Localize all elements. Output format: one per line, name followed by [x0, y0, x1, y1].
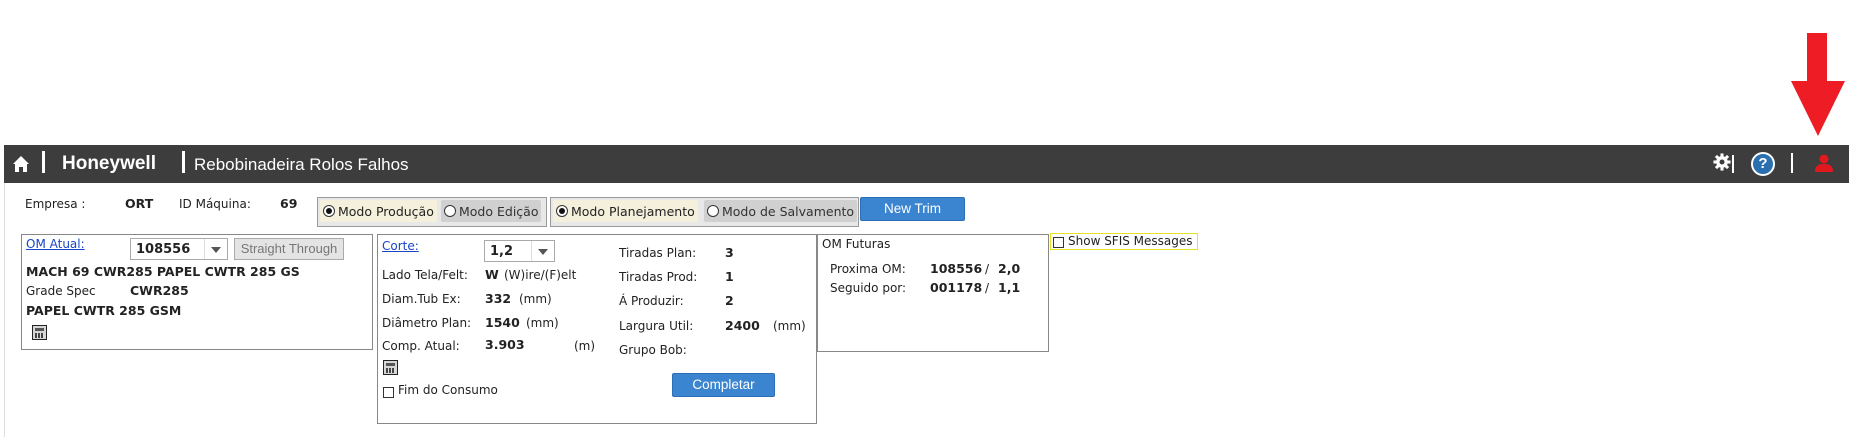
diam-tub-unit: (mm): [519, 292, 552, 306]
seguido-por-corte: 1,1: [998, 280, 1021, 295]
tiradas-prod-value: 1: [725, 269, 734, 284]
maquina-label: ID Máquina:: [179, 197, 251, 211]
comp-atual-unit: (m): [574, 339, 596, 353]
om-futuras-title: OM Futuras: [822, 237, 891, 251]
radio-label: Modo Planejamento: [571, 203, 695, 219]
radio-label: Modo Produção: [338, 203, 434, 219]
a-produzir-label: Á Produzir:: [619, 294, 684, 308]
divider: [1732, 155, 1734, 173]
comp-atual-value: 3.903: [485, 337, 525, 352]
gear-icon[interactable]: [1713, 153, 1731, 171]
planning-mode-radio-group: Modo Planejamento Modo de Salvamento: [550, 197, 859, 227]
app-title: Rebobinadeira Rolos Falhos: [194, 155, 409, 174]
corte-select[interactable]: 1,2: [484, 240, 555, 262]
radio-selected-icon: [556, 205, 568, 217]
om-atual-select-value: 108556: [136, 242, 191, 257]
production-mode-radio-group: Modo Produção Modo Edição: [317, 197, 547, 227]
seguido-por-separator: /: [985, 281, 990, 295]
chevron-down-icon: [204, 239, 227, 259]
seguido-por-value: 001178: [930, 280, 983, 295]
red-arrow-annotation: [1791, 33, 1845, 136]
comp-atual-label: Comp. Atual:: [382, 339, 460, 353]
a-produzir-value: 2: [725, 293, 734, 308]
divider: [1791, 153, 1793, 173]
om-atual-select[interactable]: 108556: [130, 238, 228, 260]
empresa-value: ORT: [125, 196, 154, 211]
help-icon[interactable]: ?: [1751, 152, 1775, 176]
main-content-panel: Empresa : ORT ID Máquina: 69 Modo Produç…: [4, 183, 1849, 437]
lado-tela-hint: (W)ire/(F)elt: [504, 268, 577, 282]
calculator-icon[interactable]: [32, 325, 47, 340]
corte-link[interactable]: Corte:: [382, 239, 419, 253]
diametro-plan-label: Diâmetro Plan:: [382, 316, 472, 330]
diam-tub-label: Diam.Tub Ex:: [382, 292, 461, 306]
calculator-icon[interactable]: [383, 360, 398, 375]
new-trim-button[interactable]: New Trim: [860, 197, 965, 221]
tiradas-prod-label: Tiradas Prod:: [619, 270, 698, 284]
om-atual-link[interactable]: OM Atual:: [26, 237, 85, 251]
fim-consumo-label: Fim do Consumo: [398, 383, 498, 397]
home-icon[interactable]: [12, 155, 30, 173]
proxima-om-label: Proxima OM:: [830, 262, 906, 276]
radio-selected-icon: [323, 205, 335, 217]
radio-modo-planejamento[interactable]: Modo Planejamento: [553, 200, 698, 222]
sfis-checkbox[interactable]: [1053, 237, 1064, 248]
empresa-label: Empresa :: [25, 197, 86, 211]
radio-label: Modo de Salvamento: [722, 203, 855, 219]
maquina-value: 69: [280, 196, 298, 211]
divider: [182, 151, 185, 173]
radio-label: Modo Edição: [459, 203, 539, 219]
radio-unselected-icon: [707, 205, 719, 217]
lado-tela-value: W: [485, 267, 499, 282]
completar-button[interactable]: Completar: [672, 373, 775, 397]
radio-modo-producao[interactable]: Modo Produção: [320, 200, 437, 222]
straight-through-button[interactable]: Straight Through: [234, 238, 344, 260]
proxima-om-value: 108556: [930, 261, 983, 276]
corte-select-value: 1,2: [490, 244, 514, 259]
om-futuras-panel: OM Futuras Proxima OM: 108556 / 2,0 Segu…: [817, 234, 1049, 352]
proxima-om-corte: 2,0: [998, 261, 1021, 276]
fim-consumo-checkbox[interactable]: [383, 387, 394, 398]
divider: [42, 151, 45, 173]
radio-modo-salvamento[interactable]: Modo de Salvamento: [704, 200, 858, 222]
tiradas-plan-label: Tiradas Plan:: [619, 246, 697, 260]
om-atual-panel: OM Atual: 108556 Straight Through MACH 6…: [21, 234, 373, 350]
seguido-por-label: Seguido por:: [830, 281, 907, 295]
largura-util-value: 2400: [725, 318, 760, 333]
grade-spec-label: Grade Spec: [26, 284, 96, 298]
sfis-label: Show SFIS Messages: [1068, 234, 1193, 248]
paper-description: PAPEL CWTR 285 GSM: [26, 303, 182, 318]
diam-tub-value: 332: [485, 291, 512, 306]
diametro-plan-value: 1540: [485, 315, 520, 330]
show-sfis-messages-toggle[interactable]: Show SFIS Messages: [1050, 233, 1198, 250]
proxima-om-separator: /: [985, 262, 990, 276]
grade-spec-value: CWR285: [130, 283, 189, 298]
grupo-bob-label: Grupo Bob:: [619, 343, 687, 357]
radio-modo-edicao[interactable]: Modo Edição: [441, 200, 542, 222]
top-navigation-bar: Honeywell Rebobinadeira Rolos Falhos ?: [4, 145, 1849, 183]
radio-unselected-icon: [444, 205, 456, 217]
corte-panel: Corte: 1,2 Lado Tela/Felt: W (W)ire/(F)e…: [377, 234, 817, 424]
user-icon[interactable]: [1814, 153, 1834, 173]
brand-logo: Honeywell: [62, 153, 156, 174]
lado-tela-label: Lado Tela/Felt:: [382, 268, 468, 282]
chevron-down-icon: [531, 241, 554, 261]
largura-util-unit: (mm): [773, 319, 806, 333]
om-description-line: MACH 69 CWR285 PAPEL CWTR 285 GS: [26, 264, 300, 279]
tiradas-plan-value: 3: [725, 245, 734, 260]
largura-util-label: Largura Util:: [619, 319, 694, 333]
diametro-plan-unit: (mm): [526, 316, 559, 330]
help-icon-glyph: ?: [1758, 155, 1768, 172]
